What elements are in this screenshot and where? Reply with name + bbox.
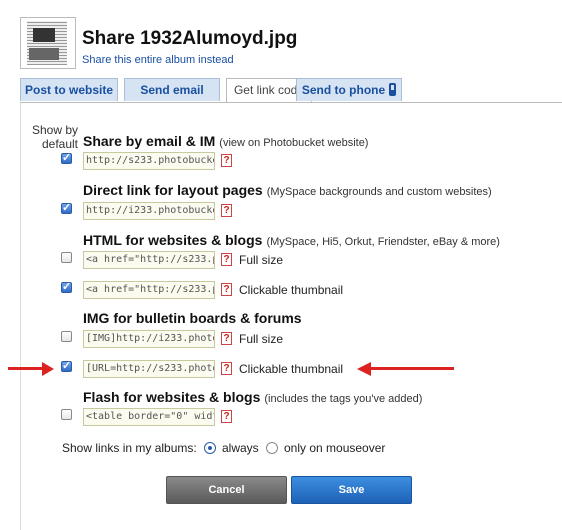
share-album-link[interactable]: Share this entire album instead — [82, 54, 234, 66]
img-full-size-code-field[interactable]: [IMG]http://i233.photobuc — [83, 330, 215, 348]
cancel-button[interactable]: Cancel — [166, 476, 287, 504]
direct-link-code-field[interactable]: http://i233.photobucket.c — [83, 202, 215, 220]
mouseover-radio[interactable] — [266, 442, 278, 454]
show-by-default-label: Show by default — [31, 123, 78, 151]
save-button[interactable]: Save — [291, 476, 412, 504]
help-icon[interactable]: ? — [221, 332, 232, 345]
tab-label: Send to phone — [301, 83, 386, 97]
img-thumbnail-label: Clickable thumbnail — [239, 362, 344, 376]
section-title-html: HTML for websites & blogs (MySpace, Hi5, … — [83, 232, 500, 248]
help-icon[interactable]: ? — [221, 362, 232, 375]
right-arrow-shaft — [370, 367, 454, 370]
flash-checkbox[interactable] — [61, 409, 72, 420]
right-arrow-icon — [357, 362, 371, 376]
email-im-code-field[interactable]: http://s233.photobucket.c — [83, 152, 215, 170]
mouseover-radio-label: only on mouseover — [284, 441, 386, 455]
section-title-direct-link: Direct link for layout pages (MySpace bac… — [83, 182, 492, 198]
page-title: Share 1932Alumoyd.jpg — [82, 28, 298, 49]
tab-label: Post to website — [24, 83, 113, 97]
show-links-label: Show links in my albums: — [62, 441, 197, 455]
direct-link-checkbox[interactable] — [61, 201, 72, 214]
section-subtitle: (MySpace, Hi5, Orkut, Friendster, eBay &… — [266, 236, 500, 248]
section-heading: Direct link for layout pages — [83, 182, 263, 198]
help-icon[interactable]: ? — [221, 410, 232, 423]
img-full-size-label: Full size — [239, 332, 284, 346]
help-icon[interactable]: ? — [221, 253, 232, 266]
email-im-checkbox[interactable] — [61, 151, 72, 164]
section-title-flash: Flash for websites & blogs (includes the … — [83, 389, 422, 405]
tab-label: Send email — [140, 83, 204, 97]
html-full-size-label: Full size — [239, 253, 284, 267]
always-radio[interactable] — [204, 442, 216, 454]
html-thumbnail-checkbox[interactable] — [61, 280, 72, 293]
tab-send-to-phone[interactable]: Send to phone — [296, 78, 402, 101]
always-radio-label: always — [222, 441, 259, 455]
tab-send-email[interactable]: Send email — [124, 78, 220, 101]
html-full-size-code-field[interactable]: <a href="http://s233.pho — [83, 251, 215, 269]
section-heading: Share by email & IM — [83, 133, 216, 149]
tab-post-to-website[interactable]: Post to website — [20, 78, 118, 101]
help-icon[interactable]: ? — [221, 283, 232, 296]
left-arrow-icon — [42, 362, 54, 376]
thumbnail-image-block — [33, 28, 55, 42]
photo-thumbnail — [20, 17, 76, 69]
phone-icon — [389, 83, 397, 96]
help-icon[interactable]: ? — [221, 204, 232, 217]
section-heading: HTML for websites & blogs — [83, 232, 263, 248]
img-thumbnail-code-field[interactable]: [URL=http://s233.photobu — [83, 360, 215, 378]
section-heading: Flash for websites & blogs — [83, 389, 261, 405]
section-heading: IMG for bulletin boards & forums — [83, 310, 302, 326]
html-full-size-checkbox[interactable] — [61, 252, 72, 263]
left-arrow-shaft — [8, 367, 44, 370]
section-subtitle: (includes the tags you've added) — [264, 393, 423, 405]
section-title-img: IMG for bulletin boards & forums — [83, 310, 302, 326]
img-full-size-checkbox[interactable] — [61, 331, 72, 342]
help-icon[interactable]: ? — [221, 154, 232, 167]
img-thumbnail-checkbox[interactable] — [61, 359, 72, 372]
section-subtitle: (MySpace backgrounds and custom websites… — [266, 186, 492, 198]
section-title-email-im: Share by email & IM (view on Photobucket … — [83, 133, 368, 149]
html-thumbnail-label: Clickable thumbnail — [239, 283, 344, 297]
thumbnail-image-caption — [29, 48, 59, 60]
section-subtitle: (view on Photobucket website) — [219, 137, 369, 149]
flash-code-field[interactable]: <table border="0" width= — [83, 408, 215, 426]
html-thumbnail-code-field[interactable]: <a href="http://s233.pho — [83, 281, 215, 299]
tab-label: Get link code — [233, 83, 305, 97]
